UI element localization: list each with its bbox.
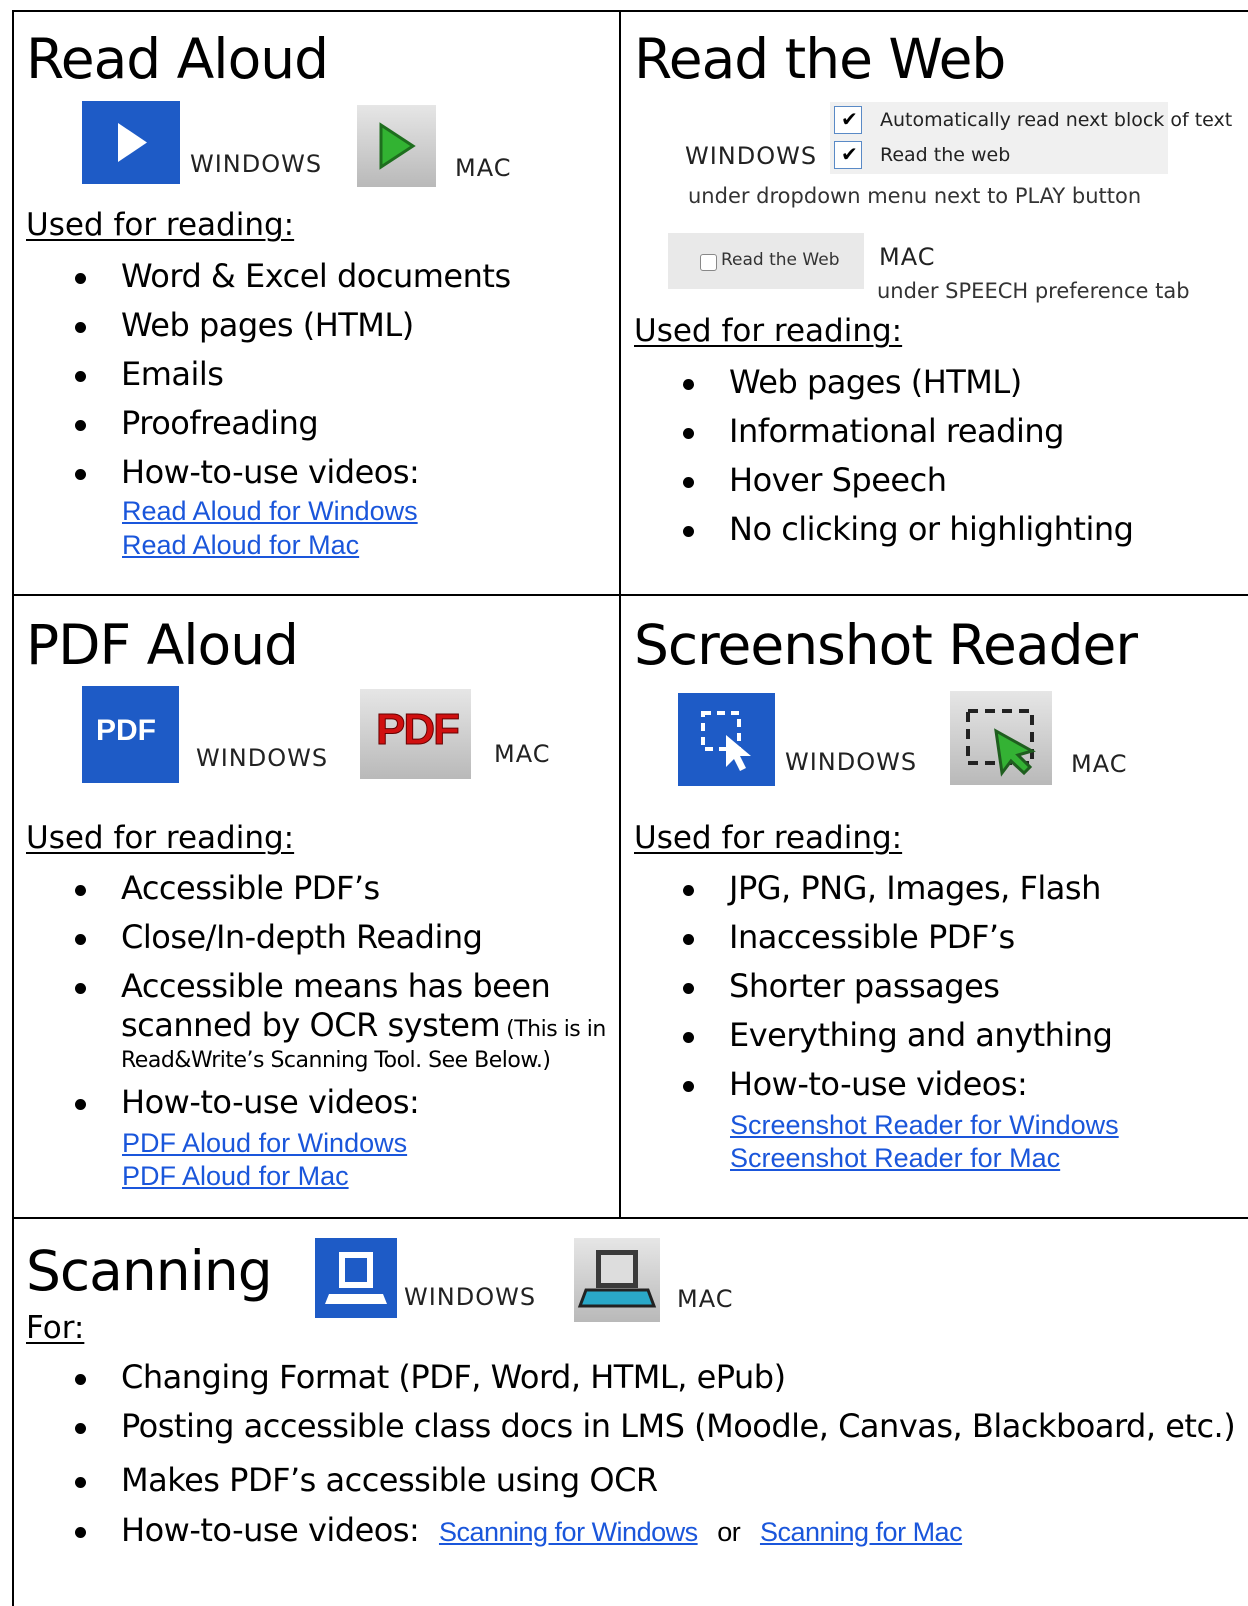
- read-aloud-used-for: Used for reading:: [26, 207, 295, 243]
- pdf-icon[interactable]: PDF: [82, 686, 179, 783]
- pdf-aloud-title: PDF Aloud: [26, 613, 299, 677]
- read-the-web-mac-checkbox-label: Read the Web: [721, 250, 840, 270]
- list-item: Posting accessible class docs in LMS (Mo…: [26, 1402, 1236, 1451]
- scanning-mac-label: MAC: [677, 1285, 734, 1313]
- scanning-windows-label: WINDOWS: [404, 1283, 537, 1311]
- column-divider: [619, 10, 621, 1218]
- list-item: Accessible means has been: [26, 962, 551, 1011]
- list-item: Makes PDF’s accessible using OCR: [26, 1456, 1235, 1505]
- list-item: Shorter passages: [634, 962, 1112, 1011]
- scanning-windows-link[interactable]: Scanning for Windows: [439, 1517, 698, 1547]
- pdf-aloud-list-2: How-to-use videos:: [26, 1078, 420, 1127]
- read-the-web-option[interactable]: ✔ Read the web: [830, 139, 1168, 171]
- screenshot-reader-mac-label: MAC: [1071, 750, 1128, 778]
- pdf-aloud-item3-line2: scanned by OCR system (This is in: [121, 1006, 606, 1044]
- screenshot-select-icon[interactable]: [678, 693, 775, 786]
- screenshot-reader-list: JPG, PNG, Images, Flash Inaccessible PDF…: [634, 864, 1113, 1109]
- list-item: No clicking or highlighting: [634, 505, 1134, 554]
- list-item: Hover Speech: [634, 456, 1133, 505]
- checkbox-checked-icon[interactable]: ✔: [834, 106, 862, 134]
- list-item: How-to-use videos:: [26, 1078, 420, 1127]
- read-aloud-mac-link[interactable]: Read Aloud for Mac: [122, 530, 359, 561]
- pdf-aloud-windows-label: WINDOWS: [196, 744, 329, 772]
- read-aloud-windows-label: WINDOWS: [190, 150, 323, 178]
- auto-read-option[interactable]: ✔ Automatically read next block of text: [830, 104, 1232, 136]
- pdf-aloud-list: Accessible PDF’s Close/In-depth Reading …: [26, 864, 551, 1011]
- play-icon[interactable]: [357, 105, 436, 187]
- list-item: How-to-use videos:: [26, 448, 511, 497]
- pdf-aloud-mac-label: MAC: [494, 740, 551, 768]
- or-text: or: [717, 1517, 741, 1547]
- scanning-for-label: For:: [26, 1310, 85, 1346]
- list-item: Emails: [26, 350, 511, 399]
- list-item: Word & Excel documents: [26, 252, 511, 301]
- screenshot-select-icon[interactable]: [950, 691, 1052, 785]
- read-the-web-windows-label: WINDOWS: [685, 142, 818, 170]
- screenshot-reader-windows-label: WINDOWS: [785, 748, 918, 776]
- list-item: Close/In-depth Reading: [26, 913, 550, 962]
- row-divider-1: [12, 594, 1248, 596]
- read-aloud-list: Word & Excel documents Web pages (HTML) …: [26, 252, 511, 497]
- screenshot-reader-windows-link[interactable]: Screenshot Reader for Windows: [730, 1110, 1119, 1141]
- list-item: Everything and anything: [634, 1011, 1113, 1060]
- read-the-web-used-for: Used for reading:: [634, 313, 903, 349]
- read-the-web-windows-menu: ✔ Automatically read next block of text …: [830, 102, 1232, 174]
- read-the-web-mac-panel: Read the Web: [668, 233, 864, 289]
- read-aloud-mac-label: MAC: [455, 154, 512, 182]
- list-item: How-to-use videos: Scanning for Windows …: [26, 1506, 963, 1557]
- list-item: Web pages (HTML): [26, 301, 511, 350]
- checkbox-checked-icon[interactable]: ✔: [834, 141, 862, 169]
- scanning-title: Scanning: [26, 1239, 273, 1303]
- list-item: JPG, PNG, Images, Flash: [634, 864, 1112, 913]
- list-item: Informational reading: [634, 407, 1133, 456]
- screenshot-reader-used-for: Used for reading:: [634, 820, 903, 856]
- read-the-web-list: Web pages (HTML) Informational reading H…: [634, 358, 1134, 554]
- read-the-web-mac-note: under SPEECH preference tab: [877, 279, 1190, 303]
- play-icon[interactable]: [82, 101, 180, 184]
- read-the-web-title: Read the Web: [634, 27, 1006, 91]
- scanner-icon[interactable]: [315, 1238, 397, 1318]
- read-the-web-mac-label: MAC: [879, 243, 936, 271]
- scanner-icon[interactable]: [574, 1238, 660, 1322]
- list-item: Web pages (HTML): [634, 358, 1133, 407]
- screenshot-reader-title: Screenshot Reader: [634, 613, 1138, 677]
- scanning-videos-item: How-to-use videos: Scanning for Windows …: [26, 1506, 963, 1557]
- row-divider-2: [12, 1217, 1248, 1219]
- pdf-icon[interactable]: PDF: [360, 689, 471, 779]
- pdf-aloud-mac-link[interactable]: PDF Aloud for Mac: [122, 1161, 349, 1192]
- pdf-aloud-item3-line3: Read&Write’s Scanning Tool. See Below.): [121, 1048, 551, 1073]
- list-item: Proofreading: [26, 399, 511, 448]
- list-item: How-to-use videos:: [634, 1060, 1112, 1109]
- scanning-list: Changing Format (PDF, Word, HTML, ePub) …: [26, 1353, 1236, 1505]
- pdf-aloud-windows-link[interactable]: PDF Aloud for Windows: [122, 1128, 407, 1159]
- read-aloud-title: Read Aloud: [26, 27, 329, 91]
- screenshot-reader-mac-link[interactable]: Screenshot Reader for Mac: [730, 1143, 1060, 1174]
- list-item: Changing Format (PDF, Word, HTML, ePub): [26, 1353, 1235, 1402]
- list-item: Inaccessible PDF’s: [634, 913, 1112, 962]
- read-the-web-checkbox-icon[interactable]: [700, 254, 717, 271]
- read-aloud-windows-link[interactable]: Read Aloud for Windows: [122, 496, 418, 527]
- scanning-mac-link[interactable]: Scanning for Mac: [760, 1517, 963, 1547]
- read-the-web-windows-note: under dropdown menu next to PLAY button: [688, 184, 1142, 208]
- list-item: Accessible PDF’s: [26, 864, 550, 913]
- pdf-aloud-used-for: Used for reading:: [26, 820, 295, 856]
